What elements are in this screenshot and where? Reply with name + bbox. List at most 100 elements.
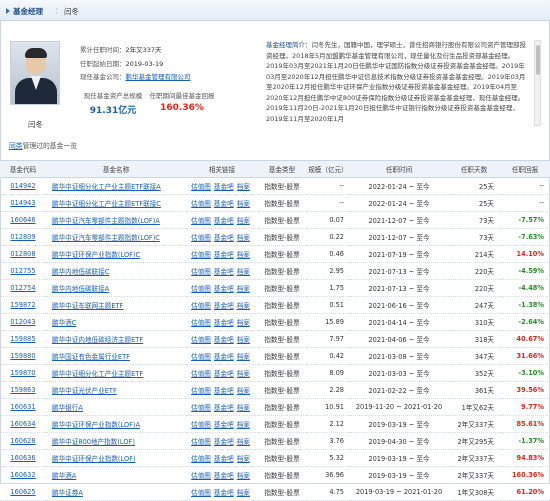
valuation-chart-link[interactable]: 估值图	[191, 404, 211, 412]
fund-name-link[interactable]: 鹏华酒C	[52, 319, 76, 327]
company-link[interactable]: 鹏华基金管理有限公司	[126, 73, 191, 81]
fund-code-link[interactable]: 012043	[10, 318, 35, 326]
fund-profile-link[interactable]: 档案	[237, 217, 250, 225]
valuation-chart-link[interactable]: 估值图	[191, 234, 211, 242]
fund-code-link[interactable]: 159863	[10, 386, 35, 394]
fund-name-link[interactable]: 鹏华中证内地低碳经济主题ETF	[52, 336, 143, 344]
fund-profile-link[interactable]: 档案	[237, 302, 250, 310]
fund-forum-link[interactable]: 基金吧	[214, 302, 234, 310]
fund-code-link[interactable]: 159870	[10, 369, 35, 377]
fund-name-link[interactable]: 鹏华中证800地产指数(LOF)	[52, 438, 135, 446]
fund-forum-link[interactable]: 基金吧	[214, 217, 234, 225]
fund-forum-link[interactable]: 基金吧	[214, 200, 234, 208]
related-links-cell: 估值图 基金吧 档案	[186, 466, 258, 484]
valuation-chart-link[interactable]: 估值图	[191, 268, 211, 276]
fund-profile-link[interactable]: 档案	[237, 421, 250, 429]
fund-code-link[interactable]: 014942	[10, 182, 35, 190]
fund-name-link[interactable]: 鹏华中证汽车零部件主题指数(LOF)A	[52, 217, 160, 225]
fund-name-link[interactable]: 鹏华中证车联网主题ETF	[52, 302, 123, 310]
fund-name-link[interactable]: 鹏华中证环保产业指数(LOF)A	[52, 421, 140, 429]
fund-code-link[interactable]: 012755	[10, 267, 35, 275]
valuation-chart-link[interactable]: 估值图	[191, 472, 211, 480]
fund-name-link[interactable]: 鹏华内地低碳联接A	[52, 285, 109, 293]
valuation-chart-link[interactable]: 估值图	[191, 251, 211, 259]
fund-name-link[interactable]: 鹏华中证环保产业指数(LOF)C	[52, 251, 140, 259]
valuation-chart-link[interactable]: 估值图	[191, 285, 211, 293]
fund-profile-link[interactable]: 档案	[237, 455, 250, 463]
fund-code-link[interactable]: 159885	[10, 335, 35, 343]
valuation-chart-link[interactable]: 估值图	[191, 217, 211, 225]
valuation-chart-link[interactable]: 估值图	[191, 183, 211, 191]
fund-name-link[interactable]: 鹏华内地低碳联接C	[52, 268, 109, 276]
valuation-chart-link[interactable]: 估值图	[191, 200, 211, 208]
fund-profile-link[interactable]: 档案	[237, 319, 250, 327]
valuation-chart-link[interactable]: 估值图	[191, 336, 211, 344]
fund-name-link[interactable]: 鹏华中证环保产业指数(LOF)	[52, 455, 136, 463]
fund-profile-link[interactable]: 档案	[237, 370, 250, 378]
fund-profile-link[interactable]: 档案	[237, 336, 250, 344]
fund-profile-link[interactable]: 档案	[237, 353, 250, 361]
fund-forum-link[interactable]: 基金吧	[214, 404, 234, 412]
fund-code-link[interactable]: 160636	[10, 454, 35, 462]
fund-forum-link[interactable]: 基金吧	[214, 234, 234, 242]
fund-profile-link[interactable]: 档案	[237, 387, 250, 395]
fund-profile-link[interactable]: 档案	[237, 404, 250, 412]
fund-profile-link[interactable]: 档案	[237, 183, 250, 191]
table-title-link[interactable]: 同类	[9, 142, 23, 150]
fund-name-link[interactable]: 鹏华国证有色金属行业ETF	[52, 353, 130, 361]
fund-forum-link[interactable]: 基金吧	[214, 421, 234, 429]
fund-forum-link[interactable]: 基金吧	[214, 319, 234, 327]
fund-code-link[interactable]: 012808	[10, 250, 35, 258]
fund-profile-link[interactable]: 档案	[237, 251, 250, 259]
valuation-chart-link[interactable]: 估值图	[191, 438, 211, 446]
fund-name-link[interactable]: 鹏华中证光伏产业ETF	[52, 387, 117, 395]
fund-name-link[interactable]: 鹏华中证细分化工产业主题ETF	[52, 370, 143, 378]
fund-code-link[interactable]: 160625	[10, 488, 35, 496]
fund-code-link[interactable]: 159872	[10, 301, 35, 309]
fund-forum-link[interactable]: 基金吧	[214, 489, 234, 497]
scrollbar-thumb[interactable]	[536, 45, 540, 75]
fund-code-link[interactable]: 014943	[10, 199, 35, 207]
bio-scrollbar[interactable]	[534, 40, 541, 126]
fund-name-link[interactable]: 鹏华银行A	[52, 404, 83, 412]
fund-forum-link[interactable]: 基金吧	[214, 336, 234, 344]
fund-name-link[interactable]: 鹏华中证细分化工产业主题ETF联接C	[52, 200, 161, 208]
valuation-chart-link[interactable]: 估值图	[191, 302, 211, 310]
fund-profile-link[interactable]: 档案	[237, 234, 250, 242]
fund-code-link[interactable]: 012809	[10, 233, 35, 241]
fund-code-link[interactable]: 160634	[10, 420, 35, 428]
fund-forum-link[interactable]: 基金吧	[214, 455, 234, 463]
fund-forum-link[interactable]: 基金吧	[214, 387, 234, 395]
fund-profile-link[interactable]: 档案	[237, 200, 250, 208]
valuation-chart-link[interactable]: 估值图	[191, 489, 211, 497]
fund-forum-link[interactable]: 基金吧	[214, 285, 234, 293]
fund-profile-link[interactable]: 档案	[237, 285, 250, 293]
fund-code-link[interactable]: 160632	[10, 471, 35, 479]
fund-profile-link[interactable]: 档案	[237, 489, 250, 497]
valuation-chart-link[interactable]: 估值图	[191, 455, 211, 463]
valuation-chart-link[interactable]: 估值图	[191, 370, 211, 378]
fund-name-link[interactable]: 鹏华证券A	[52, 489, 83, 497]
valuation-chart-link[interactable]: 估值图	[191, 319, 211, 327]
fund-forum-link[interactable]: 基金吧	[214, 251, 234, 259]
fund-profile-link[interactable]: 档案	[237, 438, 250, 446]
fund-forum-link[interactable]: 基金吧	[214, 438, 234, 446]
fund-profile-link[interactable]: 档案	[237, 472, 250, 480]
fund-code-link[interactable]: 159880	[10, 352, 35, 360]
fund-name-link[interactable]: 鹏华酒A	[52, 472, 76, 480]
fund-code-link[interactable]: 160646	[10, 216, 35, 224]
fund-forum-link[interactable]: 基金吧	[214, 268, 234, 276]
valuation-chart-link[interactable]: 估值图	[191, 353, 211, 361]
valuation-chart-link[interactable]: 估值图	[191, 421, 211, 429]
fund-name-link[interactable]: 鹏华中证汽车零部件主题指数(LOF)C	[52, 234, 160, 242]
fund-code-link[interactable]: 160628	[10, 437, 35, 445]
fund-code-link[interactable]: 160631	[10, 403, 35, 411]
fund-forum-link[interactable]: 基金吧	[214, 472, 234, 480]
fund-name-link[interactable]: 鹏华中证细分化工产业主题ETF联接A	[52, 183, 161, 191]
fund-forum-link[interactable]: 基金吧	[214, 370, 234, 378]
fund-code-link[interactable]: 012754	[10, 284, 35, 292]
fund-profile-link[interactable]: 档案	[237, 268, 250, 276]
fund-forum-link[interactable]: 基金吧	[214, 353, 234, 361]
fund-forum-link[interactable]: 基金吧	[214, 183, 234, 191]
valuation-chart-link[interactable]: 估值图	[191, 387, 211, 395]
